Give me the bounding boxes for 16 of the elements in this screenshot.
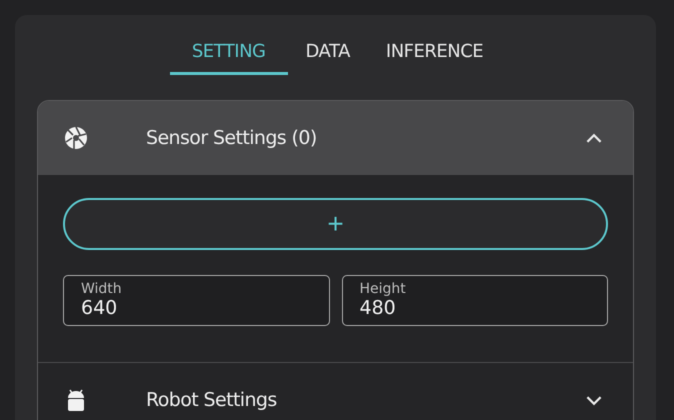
field-label: Height <box>360 281 407 297</box>
field-label: Width <box>81 281 123 297</box>
section-title: Sensor Settings (0) <box>146 127 318 149</box>
tab[interactable]: DATA <box>288 37 368 75</box>
aperture-icon <box>64 126 88 150</box>
tab[interactable]: INFERENCE <box>368 37 502 75</box>
chevron-down-icon[interactable] <box>585 394 603 406</box>
input-field[interactable]: Width 640 <box>63 275 330 326</box>
section-title: Robot Settings <box>146 389 278 411</box>
input-field[interactable]: Height 480 <box>342 275 608 326</box>
chevron-up-icon[interactable] <box>585 132 603 144</box>
tab[interactable]: SETTING <box>170 37 288 75</box>
field-value: 640 <box>81 297 118 319</box>
add-button[interactable]: + <box>63 198 608 250</box>
section-header[interactable]: Sensor Settings (0) <box>38 101 633 175</box>
field-value: 480 <box>360 297 397 319</box>
